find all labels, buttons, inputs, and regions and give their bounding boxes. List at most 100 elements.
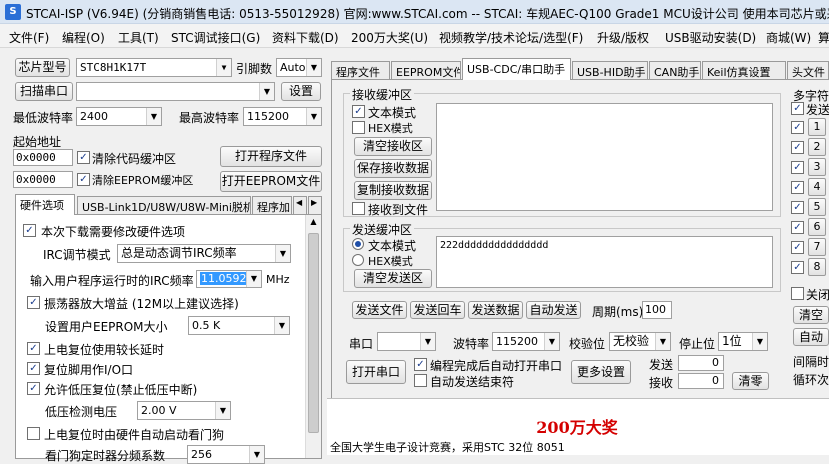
reset-io-checkbox[interactable]: ✓	[27, 362, 40, 375]
tx-hex-mode-label: HEX模式	[368, 255, 413, 268]
multi-4-button[interactable]: 4	[808, 178, 826, 196]
multi-2-button[interactable]: 2	[808, 138, 826, 156]
irc-mode-select[interactable]: 总是动态调节IRC频率 ▼	[117, 244, 291, 263]
eeprom-address-input[interactable]: 0x0000	[13, 171, 73, 188]
tab-scroll-left-icon[interactable]: ◀	[293, 196, 307, 215]
tab-header-file[interactable]: 头文件	[787, 61, 829, 80]
scrollbar-thumb[interactable]	[308, 233, 319, 433]
settings-button[interactable]: 设置	[281, 82, 321, 101]
wdt-auto-checkbox[interactable]	[27, 427, 40, 440]
multi-send-checkbox[interactable]: ✓	[791, 102, 804, 115]
send-cr-button[interactable]: 发送回车	[410, 301, 465, 319]
tab-hardware-options[interactable]: 硬件选项	[15, 194, 75, 215]
menu-file[interactable]: 文件(F)	[9, 29, 49, 46]
eeprom-size-select[interactable]: 0.5 K ▼	[188, 316, 290, 335]
multi-7-button[interactable]: 7	[808, 238, 826, 256]
parity-select[interactable]: 无校验 ▼	[609, 332, 671, 351]
tab-program-add[interactable]: 程序加	[252, 196, 292, 215]
menu-store[interactable]: 商城(W)	[766, 29, 811, 46]
hw-scrollbar[interactable]: ▲	[305, 215, 321, 458]
multi-2-checkbox[interactable]: ✓	[791, 141, 804, 154]
serial-port-select[interactable]: ▼	[377, 332, 436, 351]
clear-code-checkbox[interactable]: ✓	[77, 151, 90, 164]
multi-6-button[interactable]: 6	[808, 218, 826, 236]
tab-usb-link1d[interactable]: USB-Link1D/U8W/U8W-Mini脱机	[77, 196, 251, 215]
irc-frequency-select[interactable]: 11.0592 ▼	[196, 270, 262, 288]
multi-3-button[interactable]: 3	[808, 158, 826, 176]
tab-can[interactable]: CAN助手	[649, 61, 701, 80]
lvr-checkbox[interactable]: ✓	[27, 382, 40, 395]
pin-count-select[interactable]: Auto ▼	[276, 58, 322, 77]
send-buffer-title: 发送缓冲区	[350, 221, 415, 238]
send-textarea[interactable]: 222ddddddddddddddd	[436, 236, 773, 288]
more-settings-button[interactable]: 更多设置	[571, 360, 631, 384]
tab-usb-cdc-serial[interactable]: USB-CDC/串口助手	[462, 58, 571, 80]
auto-end-char-checkbox[interactable]	[414, 374, 427, 387]
multi-5-button[interactable]: 5	[808, 198, 826, 216]
open-program-file-button[interactable]: 打开程序文件	[220, 146, 322, 167]
menu-downloads[interactable]: 资料下载(D)	[272, 29, 339, 46]
menu-more[interactable]: 算	[818, 29, 829, 46]
save-receive-button[interactable]: 保存接收数据	[354, 159, 432, 178]
menu-program[interactable]: 编程(O)	[62, 29, 105, 46]
tx-hex-mode-radio[interactable]	[352, 254, 364, 266]
clear-count-button[interactable]: 清零	[732, 372, 769, 390]
multi-5-checkbox[interactable]: ✓	[791, 201, 804, 214]
multi-8-button[interactable]: 8	[808, 258, 826, 276]
irc-mode-label: IRC调节模式	[43, 248, 111, 262]
tab-eeprom-file[interactable]: EEPROM文件	[391, 61, 461, 80]
menu-tools[interactable]: 工具(T)	[118, 29, 159, 46]
menu-debug-interface[interactable]: STC调试接口(G)	[171, 29, 260, 46]
lvd-select[interactable]: 2.00 V ▼	[137, 401, 231, 420]
auto-open-port-checkbox[interactable]: ✓	[414, 358, 427, 371]
multi-7-checkbox[interactable]: ✓	[791, 241, 804, 254]
com-port-select[interactable]: ▼	[76, 82, 275, 101]
tab-usb-hid[interactable]: USB-HID助手	[572, 61, 648, 80]
period-input[interactable]: 100	[642, 301, 672, 319]
multi-6-checkbox[interactable]: ✓	[791, 221, 804, 234]
receive-to-file-checkbox[interactable]	[352, 202, 365, 215]
multi-1-checkbox[interactable]: ✓	[791, 121, 804, 134]
stop-bits-select[interactable]: 1位 ▼	[718, 332, 768, 351]
menu-upgrade[interactable]: 升级/版权	[597, 29, 649, 46]
baud-select[interactable]: 115200 ▼	[492, 332, 560, 351]
clear-receive-button[interactable]: 清空接收区	[354, 137, 432, 156]
menu-usb-driver[interactable]: USB驱动安装(D)	[665, 29, 756, 46]
por-delay-checkbox[interactable]: ✓	[27, 342, 40, 355]
tab-scroll-right-icon[interactable]: ▶	[308, 196, 322, 215]
chip-model-select[interactable]: STC8H1K17T ▼	[76, 58, 232, 77]
open-port-button[interactable]: 打开串口	[346, 360, 406, 384]
multi-3-checkbox[interactable]: ✓	[791, 161, 804, 174]
multi-clear-button[interactable]: 清空	[793, 306, 829, 324]
clear-send-button[interactable]: 清空发送区	[354, 269, 432, 288]
menu-video-forum[interactable]: 视频教学/技术论坛/选型(F)	[439, 29, 583, 46]
rx-hex-mode-checkbox[interactable]	[352, 121, 365, 134]
send-data-button[interactable]: 发送数据	[468, 301, 523, 319]
menu-award[interactable]: 200万大奖(U)	[351, 29, 428, 46]
chip-model-button[interactable]: 芯片型号	[15, 58, 70, 77]
multi-1-button[interactable]: 1	[808, 118, 826, 136]
multi-8-checkbox[interactable]: ✓	[791, 261, 804, 274]
irc-frequency-value: 11.0592	[200, 272, 248, 285]
clear-eeprom-checkbox[interactable]: ✓	[77, 173, 90, 186]
tx-text-mode-radio[interactable]	[352, 238, 364, 250]
multi-4-checkbox[interactable]: ✓	[791, 181, 804, 194]
scroll-up-icon[interactable]: ▲	[307, 217, 320, 231]
receive-textarea[interactable]	[436, 103, 773, 211]
modify-hw-checkbox[interactable]: ✓	[23, 224, 36, 237]
min-baud-select[interactable]: 2400 ▼	[76, 107, 162, 126]
code-address-input[interactable]: 0x0000	[13, 149, 73, 166]
tab-keil-sim[interactable]: Keil仿真设置	[702, 61, 786, 80]
rx-text-mode-checkbox[interactable]: ✓	[352, 105, 365, 118]
auto-send-button[interactable]: 自动发送	[526, 301, 581, 319]
copy-receive-button[interactable]: 复制接收数据	[354, 181, 432, 200]
multi-close-checkbox[interactable]	[791, 287, 804, 300]
send-file-button[interactable]: 发送文件	[352, 301, 407, 319]
chevron-down-icon: ▼	[216, 59, 231, 76]
scan-port-button[interactable]: 扫描串口	[15, 82, 73, 101]
max-baud-select[interactable]: 115200 ▼	[243, 107, 322, 126]
multi-auto-button[interactable]: 自动	[793, 328, 829, 346]
tab-program-file[interactable]: 程序文件	[331, 61, 390, 80]
osc-gain-checkbox[interactable]: ✓	[27, 296, 40, 309]
open-eeprom-file-button[interactable]: 打开EEPROM文件	[220, 171, 322, 192]
